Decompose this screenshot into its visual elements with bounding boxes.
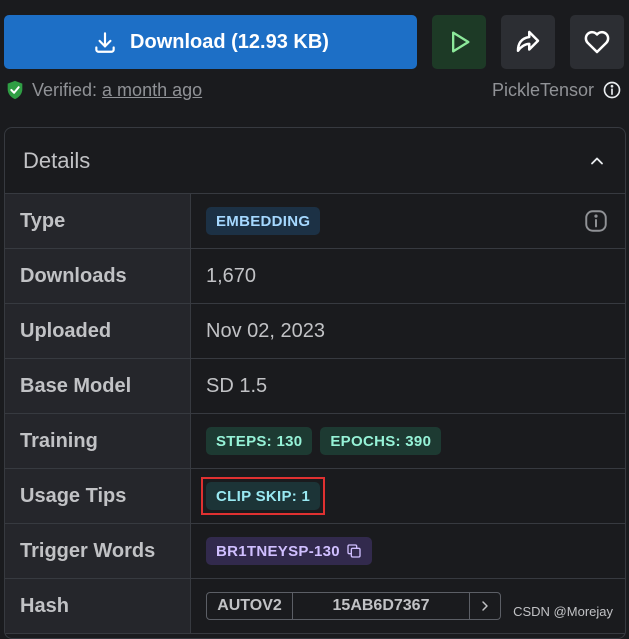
file-format: PickleTensor — [492, 80, 622, 101]
favorite-button[interactable] — [570, 15, 624, 69]
hash-next-button[interactable] — [470, 593, 500, 619]
steps-badge: STEPS: 130 — [206, 427, 313, 455]
details-header[interactable]: Details — [5, 128, 625, 194]
share-button[interactable] — [501, 15, 555, 69]
verified-label: Verified: — [32, 79, 98, 100]
chevron-right-icon — [482, 601, 488, 611]
base-model-value: SD 1.5 — [206, 374, 268, 397]
type-badge: EMBEDDING — [206, 207, 321, 235]
copy-icon[interactable] — [346, 543, 362, 559]
verified-time-link[interactable]: a month ago — [102, 80, 202, 101]
row-value: STEPS: 130 EPOCHS: 390 — [191, 414, 625, 468]
hash-box: AUTOV2 15AB6D7367 — [206, 592, 501, 620]
verification-row: Verified: a month ago PickleTensor — [4, 78, 624, 102]
verified-shield-icon — [7, 80, 23, 100]
row-label: Uploaded — [5, 304, 191, 358]
row-uploaded: Uploaded Nov 02, 2023 — [5, 304, 625, 359]
hash-type[interactable]: AUTOV2 — [207, 593, 293, 619]
epochs-badge: EPOCHS: 390 — [320, 427, 442, 455]
row-base-model: Base Model SD 1.5 — [5, 359, 625, 414]
details-title: Details — [23, 147, 91, 173]
action-bar: Download (12.93 KB) — [4, 15, 624, 69]
share-icon — [516, 30, 540, 52]
download-button[interactable]: Download (12.93 KB) — [4, 15, 417, 69]
details-panel: Details Type EMBEDDING Downloads 1,670 U… — [4, 127, 626, 639]
row-type: Type EMBEDDING — [5, 194, 625, 249]
heart-icon — [584, 30, 610, 54]
type-info-icon[interactable] — [583, 208, 609, 234]
row-downloads: Downloads 1,670 — [5, 249, 625, 304]
trigger-word-badge[interactable]: BR1TNEYSP-130 — [206, 537, 372, 565]
row-label: Downloads — [5, 249, 191, 303]
row-label: Type — [5, 194, 191, 248]
row-value: BR1TNEYSP-130 — [191, 524, 625, 578]
download-icon — [95, 32, 115, 53]
file-format-label: PickleTensor — [491, 79, 594, 100]
row-training: Training STEPS: 130 EPOCHS: 390 — [5, 414, 625, 469]
watermark: CSDN @Morejay — [513, 604, 613, 619]
row-label: Hash — [5, 579, 191, 633]
row-label: Usage Tips — [5, 469, 191, 523]
row-value: EMBEDDING — [191, 194, 625, 248]
play-icon — [452, 31, 470, 53]
row-usage-tips: Usage Tips CLIP SKIP: 1 — [5, 469, 625, 524]
hash-value[interactable]: 15AB6D7367 — [293, 593, 470, 619]
trigger-word-text: BR1TNEYSP-130 — [216, 542, 340, 560]
row-trigger-words: Trigger Words BR1TNEYSP-130 — [5, 524, 625, 579]
row-label: Training — [5, 414, 191, 468]
downloads-value: 1,670 — [206, 264, 257, 287]
row-label: Trigger Words — [5, 524, 191, 578]
run-button[interactable] — [432, 15, 486, 69]
row-value: CLIP SKIP: 1 — [191, 469, 625, 523]
download-label: Download (12.93 KB) — [130, 30, 329, 53]
uploaded-value: Nov 02, 2023 — [206, 319, 325, 342]
clip-skip-badge: CLIP SKIP: 1 — [206, 482, 321, 510]
chevron-up-icon[interactable] — [587, 151, 607, 171]
highlight-box: CLIP SKIP: 1 — [201, 477, 326, 515]
row-label: Base Model — [5, 359, 191, 413]
info-icon[interactable] — [602, 80, 622, 100]
